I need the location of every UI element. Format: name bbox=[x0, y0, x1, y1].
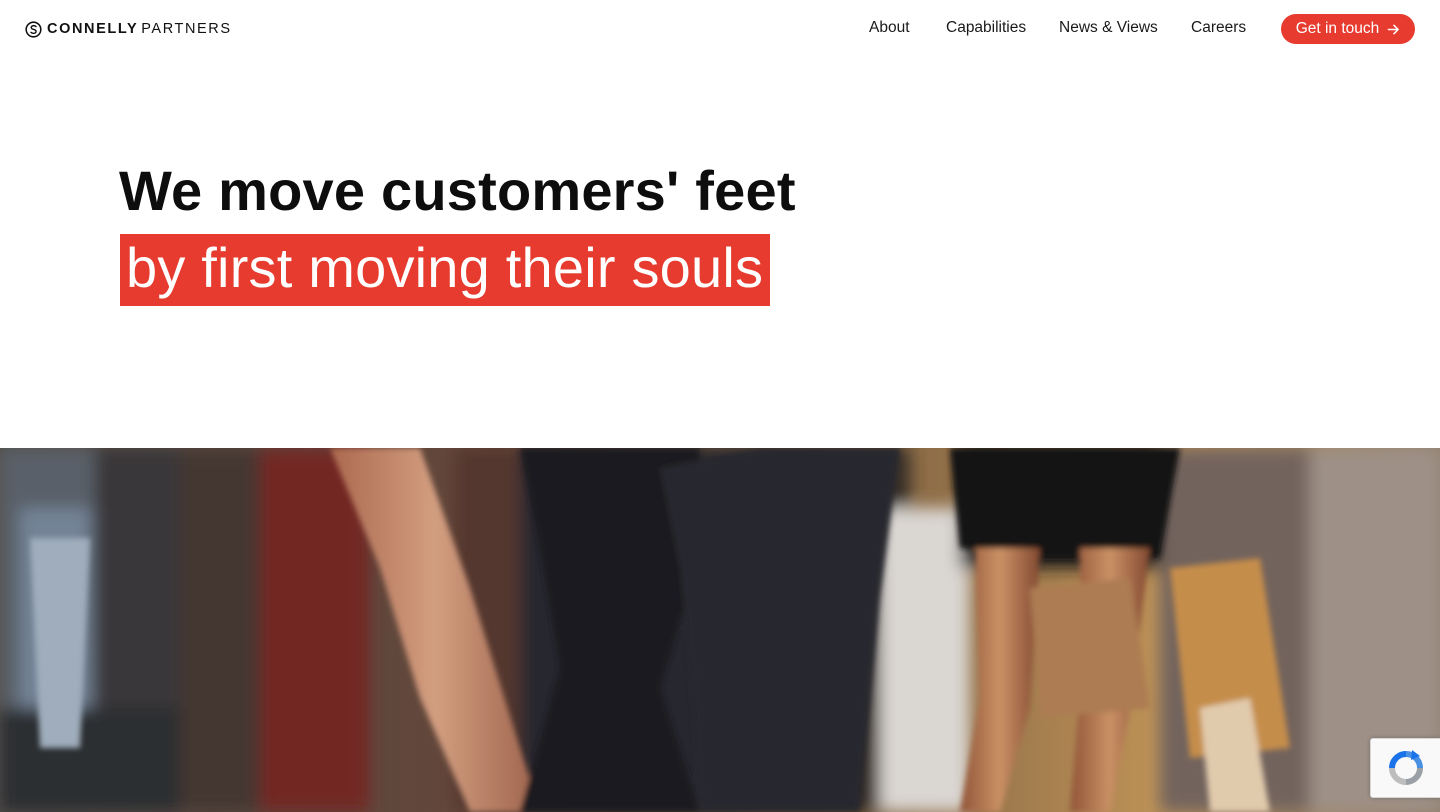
hero-heading-highlight: by first moving their souls bbox=[120, 234, 771, 306]
hero-video-frame bbox=[0, 448, 1440, 812]
nav-careers[interactable]: Careers bbox=[1191, 19, 1246, 37]
recaptcha-icon bbox=[1388, 750, 1423, 785]
connelly-logo-icon bbox=[25, 20, 42, 38]
logo-word-partners: PARTNERS bbox=[141, 21, 232, 37]
recaptcha-badge[interactable] bbox=[1370, 738, 1440, 798]
site-logo[interactable]: CONNELLY PARTNERS bbox=[25, 19, 232, 39]
hero-video bbox=[0, 448, 1440, 812]
hero-heading-line1: We move customers' feet bbox=[119, 159, 796, 222]
nav-news-views[interactable]: News & Views bbox=[1059, 19, 1158, 37]
site-header: CONNELLY PARTNERS About Capabilities New… bbox=[0, 0, 1440, 58]
arrow-right-icon bbox=[1387, 24, 1400, 34]
logo-word-connelly: CONNELLY bbox=[47, 21, 139, 37]
get-in-touch-button[interactable]: Get in touch bbox=[1281, 14, 1415, 44]
get-in-touch-label: Get in touch bbox=[1295, 20, 1380, 37]
nav-about[interactable]: About bbox=[869, 19, 910, 37]
nav-capabilities[interactable]: Capabilities bbox=[946, 19, 1026, 37]
